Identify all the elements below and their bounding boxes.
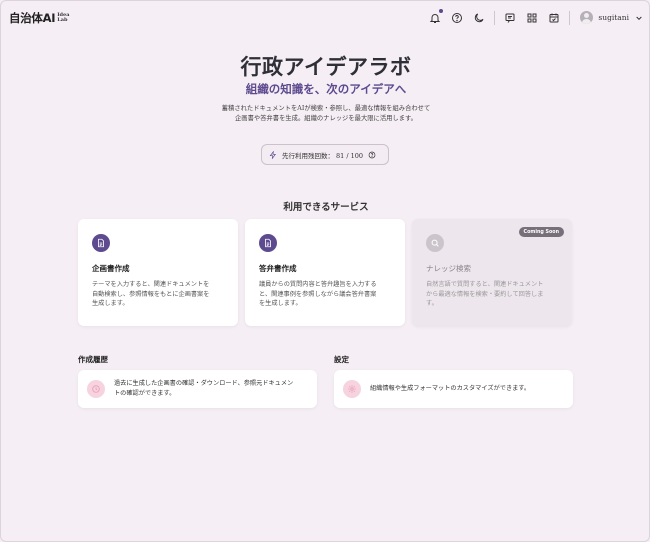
card-title: 答弁書作成 (259, 264, 297, 273)
service-card-knowledge: Coming Soon ナレッジ検索 自然言語で質問すると、関連ドキュメント か… (412, 219, 572, 326)
header-divider (494, 10, 496, 25)
settings-heading: 設定 (334, 355, 349, 364)
settings-description: 組織情報や生成フォーマットのカスタマイズができます。 (370, 385, 531, 393)
page-subtitle: 組織の知識を、次のアイデアへ (245, 82, 407, 96)
chevron-down-icon (636, 16, 642, 20)
logo-main-text: 自治体AI (9, 10, 56, 25)
document-icon (259, 234, 277, 252)
grid-icon[interactable] (521, 7, 543, 29)
top-header: 自治体AI Idea Lab sugitani (1, 1, 649, 34)
card-description: 自然言語で質問すると、関連ドキュメント から最適な情報を検索・要約して回答しま … (426, 281, 544, 308)
user-menu[interactable]: sugitani (580, 11, 643, 24)
services-heading: 利用できるサービス (283, 202, 369, 213)
notification-dot (439, 8, 444, 13)
help-icon[interactable] (446, 7, 468, 29)
page-description: 蓄積されたドキュメントをAIが検索・参照し、最適な情報を組み合わせて 企画書や答… (221, 105, 431, 122)
help-circle-icon[interactable] (368, 151, 376, 159)
bolt-icon (269, 150, 276, 159)
card-description: 議員からの質問内容と答弁趣旨を入力する と、関連事例を参照しながら議会答弁書案 … (259, 281, 377, 308)
bell-icon[interactable] (424, 7, 446, 29)
history-description: 過去に生成した企画書の確認・ダウンロード、参照元ドキュメン トの確認ができます。 (114, 380, 294, 397)
gear-icon (343, 380, 361, 398)
logo-sub-text: Idea Lab (57, 11, 70, 23)
usage-text: 先行利用残回数： 81 / 100 (281, 151, 364, 160)
history-card[interactable]: 過去に生成した企画書の確認・ダウンロード、参照元ドキュメン トの確認ができます。 (78, 370, 317, 408)
history-heading: 作成履歴 (78, 355, 108, 364)
service-card-answer[interactable]: 答弁書作成 議員からの質問内容と答弁趣旨を入力する と、関連事例を参照しながら議… (245, 219, 405, 326)
avatar (580, 11, 594, 24)
chat-icon[interactable] (499, 7, 521, 29)
app-window: 自治体AI Idea Lab sugitani 行政アイデアラボ 組織の知識を、… (0, 0, 650, 542)
moon-icon[interactable] (468, 7, 490, 29)
service-card-proposal[interactable]: 企画書作成 テーマを入力すると、関連ドキュメントを 自動検索し、参照情報をもとに… (78, 219, 238, 326)
header-actions: sugitani (424, 7, 643, 29)
usage-counter: 先行利用残回数： 81 / 100 (261, 144, 389, 165)
page-title: 行政アイデアラボ (240, 54, 412, 79)
clock-icon (87, 380, 105, 398)
username: sugitani (598, 13, 629, 22)
search-icon (426, 234, 444, 252)
card-description: テーマを入力すると、関連ドキュメントを 自動検索し、参照情報をもとに企画書案を … (92, 281, 210, 308)
card-title: 企画書作成 (92, 264, 130, 273)
header-divider-2 (569, 10, 571, 25)
document-icon (92, 234, 110, 252)
coming-soon-badge: Coming Soon (518, 227, 564, 237)
app-logo[interactable]: 自治体AI Idea Lab (9, 11, 69, 25)
card-title: ナレッジ検索 (426, 264, 471, 273)
calendar-icon[interactable] (543, 7, 565, 29)
settings-card[interactable]: 組織情報や生成フォーマットのカスタマイズができます。 (334, 370, 573, 408)
